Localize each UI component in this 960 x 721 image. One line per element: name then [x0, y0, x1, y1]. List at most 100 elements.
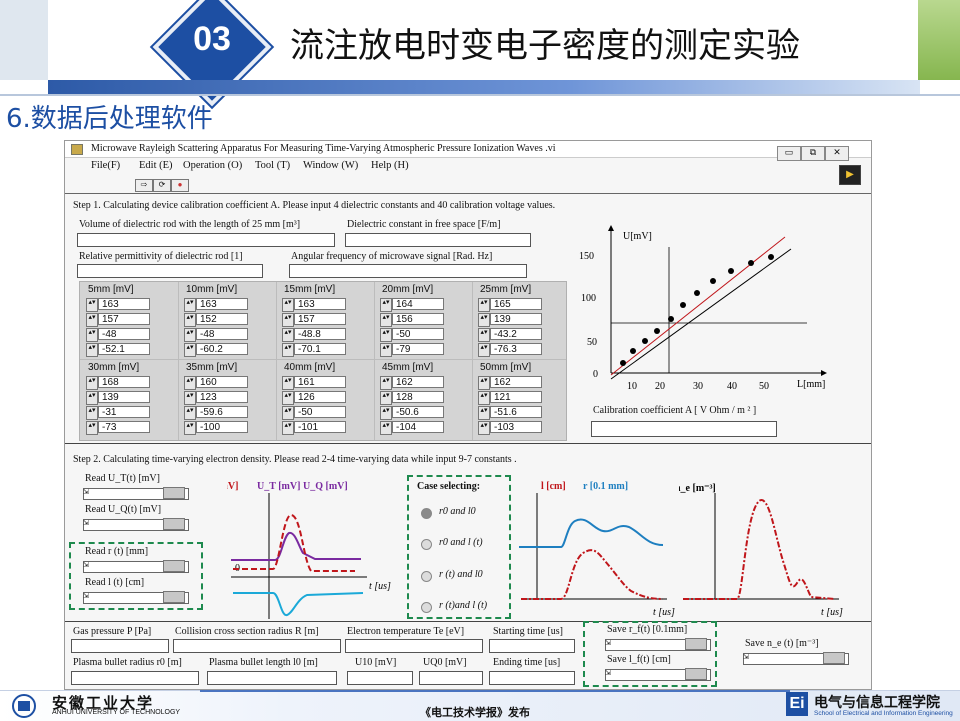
spinner-icon[interactable]: ▴▾ — [282, 298, 294, 312]
spinner-icon[interactable]: ▴▾ — [86, 391, 98, 405]
voltage-value[interactable]: 126 — [294, 391, 346, 403]
voltage-value[interactable]: -51.6 — [490, 406, 542, 418]
voltage-control[interactable]: ▴▾ -50 — [282, 406, 348, 420]
voltage-control[interactable]: ▴▾ 168 — [86, 376, 152, 390]
ending-time-field[interactable] — [489, 671, 575, 685]
spinner-icon[interactable]: ▴▾ — [380, 421, 392, 435]
spinner-icon[interactable]: ▴▾ — [478, 298, 490, 312]
read-uq-browse-button[interactable] — [163, 518, 185, 530]
case-radio-2[interactable] — [421, 539, 432, 550]
voltage-control[interactable]: ▴▾ 152 — [184, 313, 250, 327]
menu-edit[interactable]: Edit (E) — [139, 160, 173, 171]
voltage-control[interactable]: ▴▾ 128 — [380, 391, 446, 405]
read-r-browse-button[interactable] — [163, 560, 185, 572]
spinner-icon[interactable]: ▴▾ — [282, 421, 294, 435]
voltage-control[interactable]: ▴▾ -73 — [86, 421, 152, 435]
voltage-control[interactable]: ▴▾ 157 — [282, 313, 348, 327]
voltage-control[interactable]: ▴▾ -51.6 — [478, 406, 544, 420]
voltage-control[interactable]: ▴▾ 160 — [184, 376, 250, 390]
voltage-control[interactable]: ▴▾ -43.2 — [478, 328, 544, 342]
voltage-value[interactable]: 156 — [392, 313, 444, 325]
voltage-control[interactable]: ▴▾ 163 — [282, 298, 348, 312]
bullet-radius-field[interactable] — [71, 671, 199, 685]
voltage-control[interactable]: ▴▾ -50.6 — [380, 406, 446, 420]
voltage-value[interactable]: 160 — [196, 376, 248, 388]
uq0-field[interactable] — [419, 671, 483, 685]
voltage-control[interactable]: ▴▾ 165 — [478, 298, 544, 312]
voltage-control[interactable]: ▴▾ -60.2 — [184, 343, 250, 357]
voltage-value[interactable]: -73 — [98, 421, 150, 433]
menu-operation[interactable]: Operation (O) — [183, 160, 242, 171]
voltage-control[interactable]: ▴▾ 161 — [282, 376, 348, 390]
voltage-value[interactable]: -31 — [98, 406, 150, 418]
collision-radius-field[interactable] — [173, 639, 341, 653]
menu-help[interactable]: Help (H) — [371, 160, 409, 171]
voltage-value[interactable]: 123 — [196, 391, 248, 403]
spinner-icon[interactable]: ▴▾ — [282, 343, 294, 357]
voltage-value[interactable]: 164 — [392, 298, 444, 310]
spinner-icon[interactable]: ▴▾ — [380, 298, 392, 312]
spinner-icon[interactable]: ▴▾ — [184, 328, 196, 342]
voltage-control[interactable]: ▴▾ -31 — [86, 406, 152, 420]
voltage-control[interactable]: ▴▾ -79 — [380, 343, 446, 357]
voltage-value[interactable]: -104 — [392, 421, 444, 433]
spinner-icon[interactable]: ▴▾ — [86, 298, 98, 312]
voltage-control[interactable]: ▴▾ 162 — [380, 376, 446, 390]
voltage-value[interactable]: -52.1 — [98, 343, 150, 355]
voltage-value[interactable]: 139 — [490, 313, 542, 325]
spinner-icon[interactable]: ▴▾ — [282, 376, 294, 390]
voltage-control[interactable]: ▴▾ 126 — [282, 391, 348, 405]
spinner-icon[interactable]: ▴▾ — [86, 406, 98, 420]
voltage-control[interactable]: ▴▾ 163 — [86, 298, 152, 312]
voltage-value[interactable]: -50.6 — [392, 406, 444, 418]
abort-icon[interactable]: ● — [171, 179, 189, 192]
spinner-icon[interactable]: ▴▾ — [380, 391, 392, 405]
voltage-value[interactable]: -101 — [294, 421, 346, 433]
read-l-browse-button[interactable] — [163, 591, 185, 603]
voltage-value[interactable]: -76.3 — [490, 343, 542, 355]
ang-freq-field[interactable] — [289, 264, 527, 278]
voltage-value[interactable]: -48.8 — [294, 328, 346, 340]
spinner-icon[interactable]: ▴▾ — [282, 391, 294, 405]
spinner-icon[interactable]: ▴▾ — [184, 298, 196, 312]
spinner-icon[interactable]: ▴▾ — [184, 376, 196, 390]
voltage-value[interactable]: -103 — [490, 421, 542, 433]
voltage-value[interactable]: -100 — [196, 421, 248, 433]
voltage-value[interactable]: 157 — [294, 313, 346, 325]
case-radio-1[interactable] — [421, 508, 432, 519]
voltage-control[interactable]: ▴▾ -101 — [282, 421, 348, 435]
voltage-control[interactable]: ▴▾ 157 — [86, 313, 152, 327]
voltage-value[interactable]: 128 — [392, 391, 444, 403]
voltage-control[interactable]: ▴▾ -104 — [380, 421, 446, 435]
voltage-value[interactable]: 161 — [294, 376, 346, 388]
spinner-icon[interactable]: ▴▾ — [86, 313, 98, 327]
voltage-value[interactable]: -48 — [98, 328, 150, 340]
voltage-value[interactable]: -59.6 — [196, 406, 248, 418]
run-continuous-icon[interactable]: ⟳ — [153, 179, 171, 192]
voltage-control[interactable]: ▴▾ -100 — [184, 421, 250, 435]
voltage-control[interactable]: ▴▾ 139 — [86, 391, 152, 405]
voltage-value[interactable]: -48 — [196, 328, 248, 340]
spinner-icon[interactable]: ▴▾ — [478, 406, 490, 420]
voltage-value[interactable]: 163 — [294, 298, 346, 310]
dielectric-free-field[interactable] — [345, 233, 531, 247]
voltage-control[interactable]: ▴▾ -50 — [380, 328, 446, 342]
spinner-icon[interactable]: ▴▾ — [478, 343, 490, 357]
voltage-value[interactable]: 168 — [98, 376, 150, 388]
voltage-value[interactable]: 162 — [392, 376, 444, 388]
voltage-value[interactable]: 139 — [98, 391, 150, 403]
voltage-value[interactable]: 162 — [490, 376, 542, 388]
spinner-icon[interactable]: ▴▾ — [380, 343, 392, 357]
starting-time-field[interactable] — [489, 639, 575, 653]
spinner-icon[interactable]: ▴▾ — [282, 406, 294, 420]
spinner-icon[interactable]: ▴▾ — [282, 328, 294, 342]
spinner-icon[interactable]: ▴▾ — [478, 313, 490, 327]
voltage-control[interactable]: ▴▾ 162 — [478, 376, 544, 390]
voltage-control[interactable]: ▴▾ -70.1 — [282, 343, 348, 357]
gas-pressure-field[interactable] — [71, 639, 169, 653]
u10-field[interactable] — [347, 671, 413, 685]
voltage-control[interactable]: ▴▾ -48.8 — [282, 328, 348, 342]
spinner-icon[interactable]: ▴▾ — [184, 391, 196, 405]
spinner-icon[interactable]: ▴▾ — [478, 376, 490, 390]
spinner-icon[interactable]: ▴▾ — [184, 421, 196, 435]
